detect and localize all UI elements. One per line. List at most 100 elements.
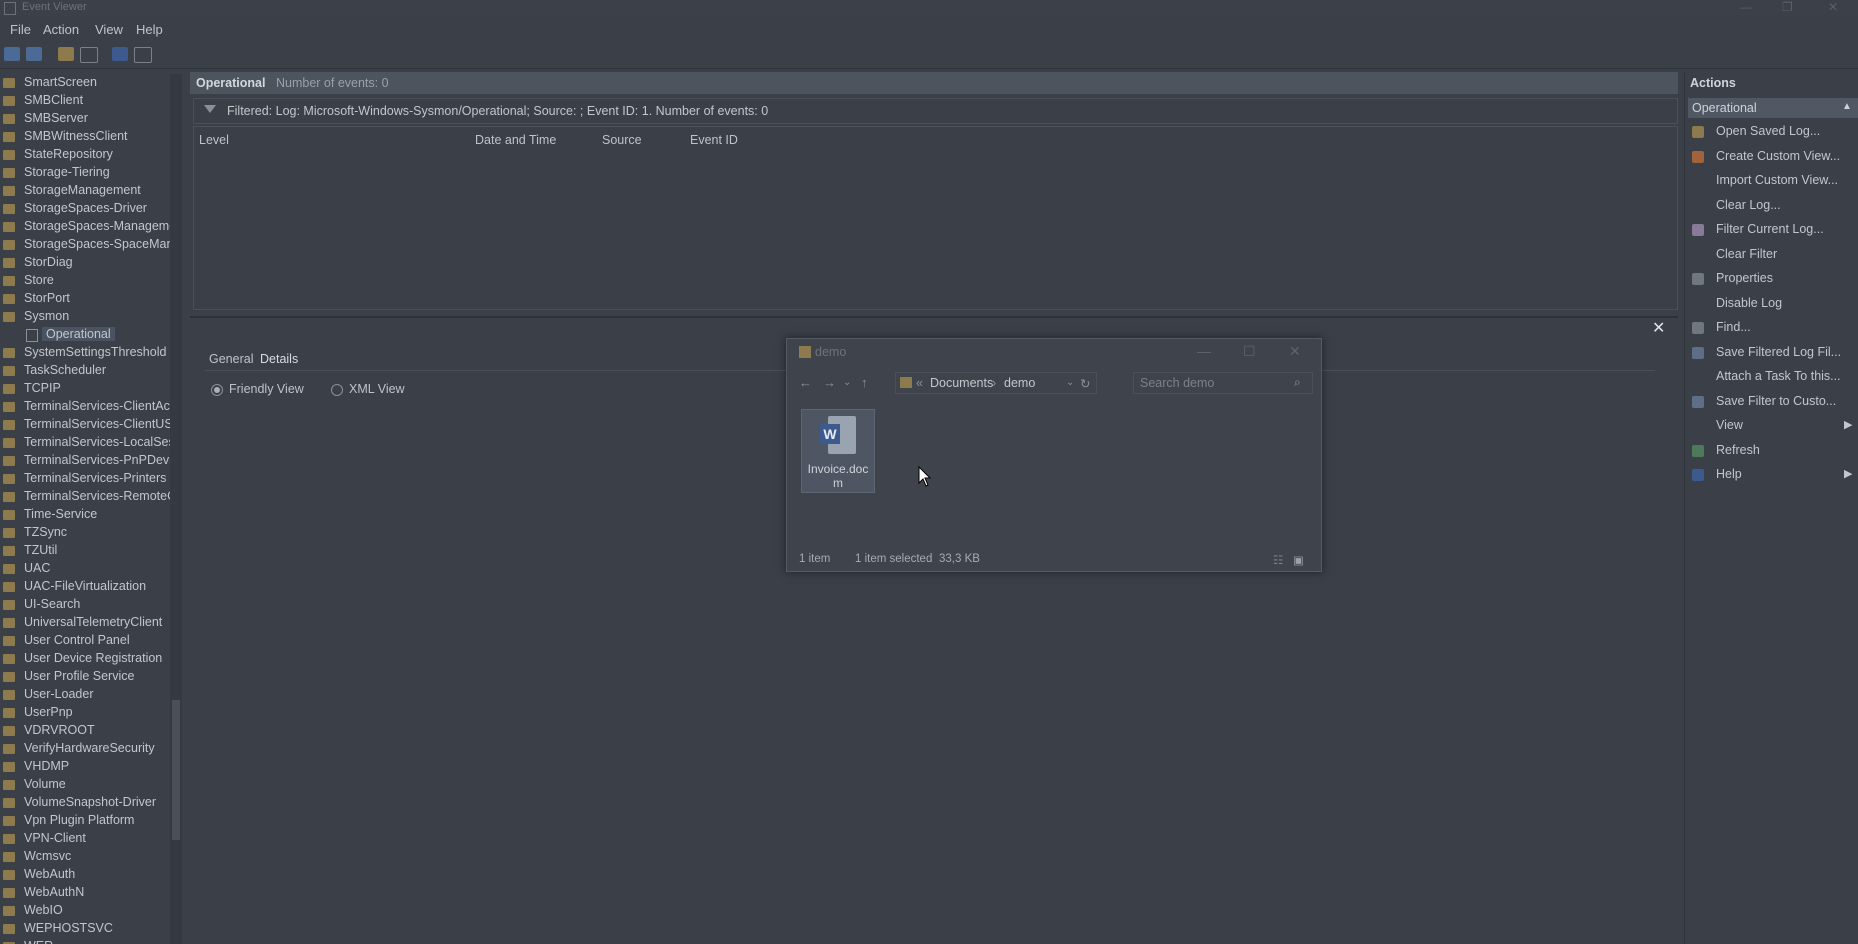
address-dropdown-icon[interactable]: ⌄ [1066, 377, 1074, 388]
action-item[interactable]: Save Filtered Log Fil... [1688, 343, 1858, 363]
tree-item[interactable]: VPN-Client [0, 830, 170, 848]
tree-item[interactable]: UniversalTelemetryClient [0, 614, 170, 632]
tree-item[interactable]: Store [0, 272, 170, 290]
action-item[interactable]: Save Filter to Custo... [1688, 392, 1858, 412]
friendly-view-radio[interactable] [211, 384, 223, 396]
action-item[interactable]: View ▶ [1688, 416, 1858, 436]
tree-item[interactable]: WER [0, 938, 170, 944]
tree-item[interactable]: Time-Service [0, 506, 170, 524]
show-hide-tree-icon[interactable] [80, 47, 98, 63]
tree-item[interactable]: VHDMP [0, 758, 170, 776]
menu-help[interactable]: Help [136, 22, 163, 37]
tree-item[interactable]: TerminalServices-Printers [0, 470, 170, 488]
close-details-icon[interactable]: ✕ [1652, 318, 1665, 338]
tree-item[interactable]: StorDiag [0, 254, 170, 272]
column-event-id[interactable]: Event ID [690, 133, 738, 147]
explorer-minimize-button[interactable]: — [1197, 343, 1211, 359]
menu-action[interactable]: Action [43, 22, 79, 37]
tree-item[interactable]: SMBServer [0, 110, 170, 128]
recent-dropdown-icon[interactable]: ⌄ [843, 377, 851, 388]
breadcrumb-documents[interactable]: Documents [930, 376, 993, 390]
tree-item[interactable]: StorageManagement [0, 182, 170, 200]
column-level[interactable]: Level [199, 133, 229, 147]
tree-item[interactable]: User-Loader [0, 686, 170, 704]
action-item[interactable]: Clear Log... [1688, 196, 1858, 216]
column-source[interactable]: Source [602, 133, 642, 147]
show-action-pane-icon[interactable] [134, 47, 152, 63]
action-item[interactable]: Open Saved Log... [1688, 122, 1858, 142]
column-date-time[interactable]: Date and Time [475, 133, 556, 147]
tree-item[interactable]: TerminalServices-ClientAct [0, 398, 170, 416]
close-button[interactable]: ✕ [1828, 0, 1838, 14]
action-item[interactable]: Disable Log [1688, 294, 1858, 314]
help-icon[interactable] [112, 47, 128, 61]
xml-view-radio[interactable] [331, 384, 343, 396]
minimize-button[interactable]: — [1740, 0, 1752, 14]
tree-item[interactable]: Operational [0, 326, 170, 344]
tree-item[interactable]: User Control Panel [0, 632, 170, 650]
action-item[interactable]: Help ▶ [1688, 465, 1858, 485]
tree-item[interactable]: UAC [0, 560, 170, 578]
tree-item[interactable]: UserPnp [0, 704, 170, 722]
action-item[interactable]: Clear Filter [1688, 245, 1858, 265]
tree-item[interactable]: VerifyHardwareSecurity [0, 740, 170, 758]
breadcrumb-demo[interactable]: demo [1004, 376, 1035, 390]
tree-item[interactable]: StorageSpaces-Manageme [0, 218, 170, 236]
tree-item[interactable]: Storage-Tiering [0, 164, 170, 182]
back-icon[interactable] [4, 47, 20, 61]
search-box[interactable]: ⌕ [1133, 372, 1313, 394]
tree-item[interactable]: User Device Registration [0, 650, 170, 668]
refresh-icon[interactable]: ↻ [1080, 376, 1090, 391]
back-arrow-icon[interactable]: ← [799, 375, 812, 390]
tree-item[interactable]: TerminalServices-RemoteC [0, 488, 170, 506]
forward-arrow-icon[interactable]: → [823, 375, 836, 390]
tree-item[interactable]: WebAuth [0, 866, 170, 884]
file-item[interactable]: W Invoice.docm [801, 409, 875, 493]
tree-item[interactable]: TZSync [0, 524, 170, 542]
search-icon[interactable]: ⌕ [1294, 375, 1301, 390]
tree-item[interactable]: StorageSpaces-Driver [0, 200, 170, 218]
menu-view[interactable]: View [95, 22, 123, 37]
explorer-maximize-button[interactable]: ☐ [1243, 343, 1256, 360]
tree-item[interactable]: StorageSpaces-SpaceMana [0, 236, 170, 254]
tree-item[interactable]: WEPHOSTSVC [0, 920, 170, 938]
tree-item[interactable]: SmartScreen [0, 74, 170, 92]
tab-general[interactable]: General [209, 352, 253, 366]
explorer-close-button[interactable]: ✕ [1289, 343, 1301, 360]
collapse-icon[interactable]: ▲ [1842, 101, 1852, 112]
menu-file[interactable]: File [10, 22, 31, 37]
maximize-button[interactable]: ❐ [1782, 0, 1793, 14]
tree-item[interactable]: VDRVROOT [0, 722, 170, 740]
tree-item[interactable]: StorPort [0, 290, 170, 308]
action-item[interactable]: Import Custom View... [1688, 171, 1858, 191]
up-arrow-icon[interactable]: ↑ [861, 375, 868, 390]
tree-item[interactable]: TCPIP [0, 380, 170, 398]
tree-item[interactable]: TerminalServices-PnPDevic [0, 452, 170, 470]
events-grid[interactable]: Level Date and Time Source Event ID [193, 126, 1678, 310]
tree-item[interactable]: Volume [0, 776, 170, 794]
action-item[interactable]: Refresh [1688, 441, 1858, 461]
tree-item[interactable]: TerminalServices-LocalSess [0, 434, 170, 452]
tree-item[interactable]: StateRepository [0, 146, 170, 164]
actions-section-header[interactable]: Operational ▲ [1688, 98, 1858, 118]
tree-item[interactable]: SystemSettingsThreshold [0, 344, 170, 362]
tree-item[interactable]: TaskScheduler [0, 362, 170, 380]
action-item[interactable]: Properties [1688, 269, 1858, 289]
up-folder-icon[interactable] [58, 47, 74, 61]
action-item[interactable]: Create Custom View... [1688, 147, 1858, 167]
address-bar[interactable]: « Documents › demo ⌄ ↻ [895, 372, 1097, 394]
search-input[interactable] [1138, 374, 1292, 392]
tree-item[interactable]: UI-Search [0, 596, 170, 614]
pane-splitter[interactable] [190, 316, 1678, 318]
tree-item[interactable]: SMBWitnessClient [0, 128, 170, 146]
tree-item[interactable]: TZUtil [0, 542, 170, 560]
tree-item[interactable]: VolumeSnapshot-Driver [0, 794, 170, 812]
action-item[interactable]: Filter Current Log... [1688, 220, 1858, 240]
forward-icon[interactable] [26, 47, 42, 61]
tree-scrollbar-thumb[interactable] [172, 700, 180, 840]
tree-item[interactable]: SMBClient [0, 92, 170, 110]
action-item[interactable]: Attach a Task To this... [1688, 367, 1858, 387]
overflow-chevron-icon[interactable]: « [916, 376, 923, 390]
tree-item[interactable]: Vpn Plugin Platform [0, 812, 170, 830]
tree-item[interactable]: WebIO [0, 902, 170, 920]
